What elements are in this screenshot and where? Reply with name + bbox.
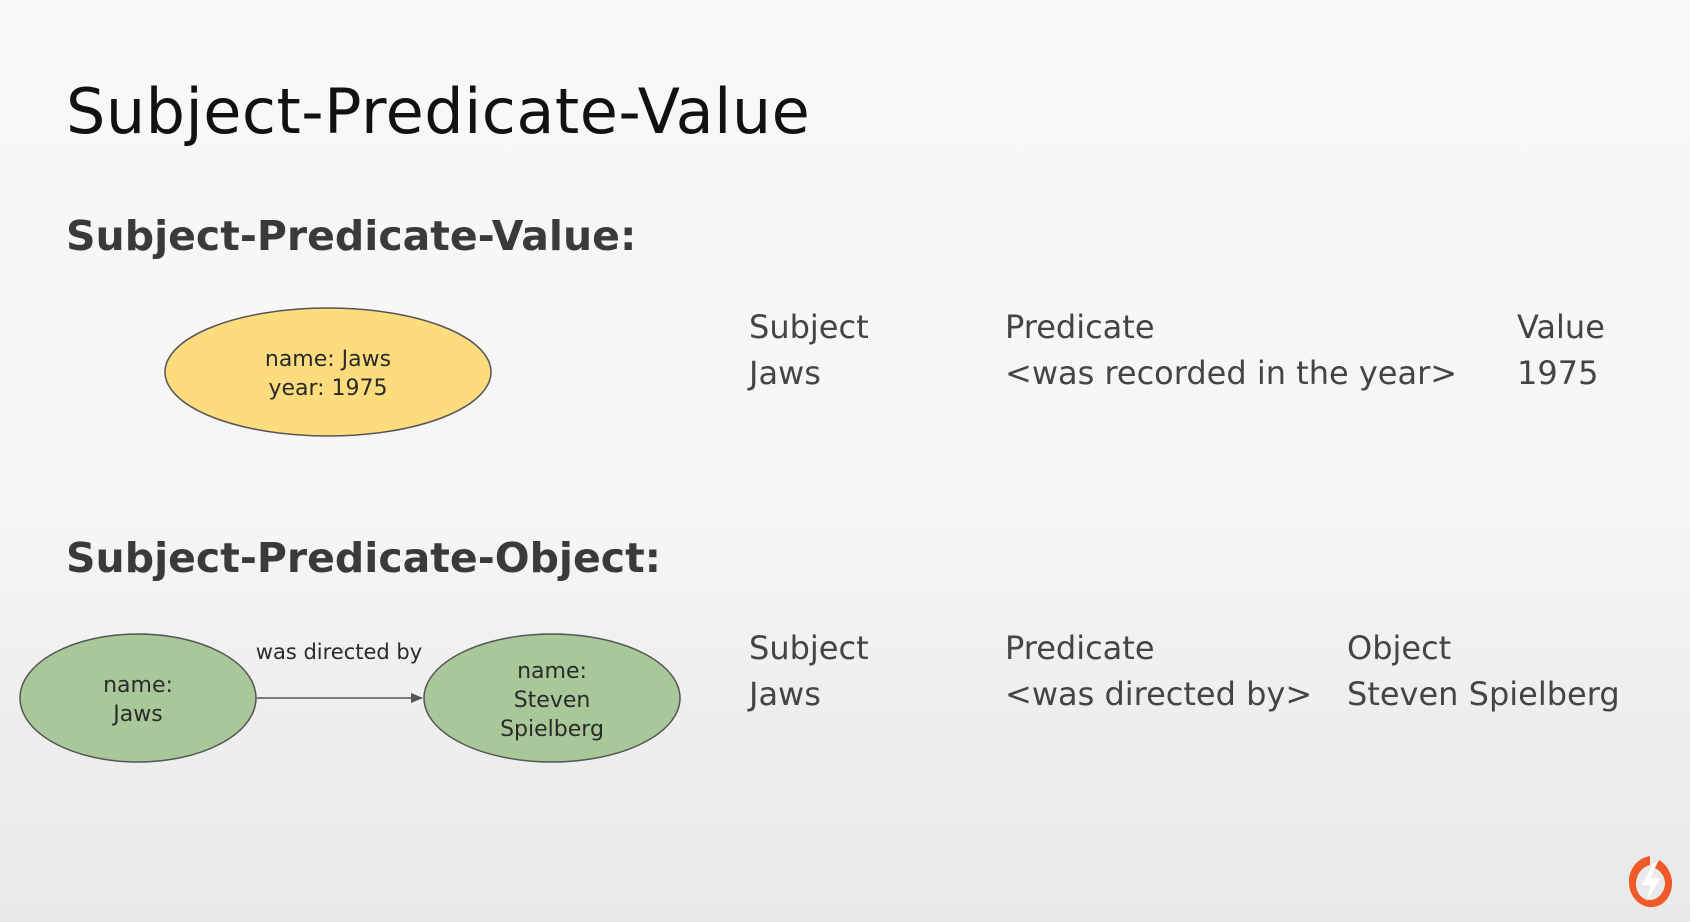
spielberg-object-node: name: Steven Spielberg (423, 633, 681, 763)
spielberg-object-node-line2: Steven (514, 688, 591, 713)
jaws-movie-node-line2: year: 1975 (268, 376, 387, 401)
directed-by-edge: was directed by (256, 640, 423, 703)
spo-heading: Subject-Predicate-Object: (66, 534, 662, 582)
jaws-movie-node-shape (164, 307, 492, 437)
diagram-canvas: name: Jaws year: 1975 name: Jaws was dir… (19, 307, 681, 763)
spo-header-subject: Subject (749, 629, 869, 667)
jaws-movie-node: name: Jaws year: 1975 (164, 307, 492, 437)
spo-cell-predicate: <was directed by> (1005, 675, 1313, 713)
spv-header-value: Value (1517, 308, 1605, 346)
spv-header-subject: Subject (749, 308, 869, 346)
spielberg-object-node-line1: name: (517, 659, 587, 684)
jaws-subject-node-line2: Jaws (111, 702, 162, 727)
spo-cell-object: Steven Spielberg (1347, 675, 1620, 713)
spo-header-object: Object (1347, 629, 1452, 667)
edge-label: was directed by (256, 640, 422, 664)
spv-cell-value: 1975 (1517, 354, 1599, 392)
jaws-subject-node-shape (19, 633, 257, 763)
lightning-bolt-logo-icon (1628, 856, 1673, 908)
spo-header-predicate: Predicate (1005, 629, 1155, 667)
spielberg-object-node-line3: Spielberg (500, 717, 604, 742)
spv-header-predicate: Predicate (1005, 308, 1155, 346)
spv-cell-predicate: <was recorded in the year> (1005, 354, 1458, 392)
jaws-subject-node-line1: name: (103, 673, 173, 698)
jaws-movie-node-line1: name: Jaws (265, 347, 391, 372)
spv-cell-subject: Jaws (749, 354, 821, 392)
spo-cell-subject: Jaws (749, 675, 821, 713)
jaws-subject-node: name: Jaws (19, 633, 257, 763)
